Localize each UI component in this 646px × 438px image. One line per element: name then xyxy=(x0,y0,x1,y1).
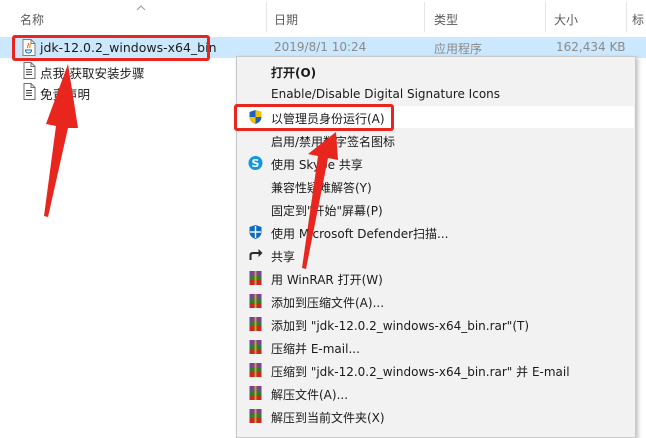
menu-item-label: 解压到当前文件夹(X) xyxy=(271,411,385,425)
menu-item-add-to-rar[interactable]: 添加到 "jdk-12.0.2_windows-x64_bin.rar"(T) xyxy=(238,313,634,335)
menu-item-label: 使用 Skype 共享 xyxy=(271,158,363,172)
winrar-icon xyxy=(249,363,262,377)
file-size: 162,434 KB xyxy=(556,40,626,54)
menu-item-compress-to-rar-email[interactable]: 压缩到 "jdk-12.0.2_windows-x64_bin.rar" 并 E… xyxy=(238,359,634,381)
menu-item-toggle-signature-icons-en[interactable]: Enable/Disable Digital Signature Icons xyxy=(238,83,634,105)
file-type: 应用程序 xyxy=(434,42,483,56)
menu-item-label: 添加到压缩文件(A)... xyxy=(271,296,385,310)
defender-icon xyxy=(249,225,262,239)
menu-item-label: 固定到"开始"屏幕(P) xyxy=(271,204,383,218)
menu-item-compress-email[interactable]: 压缩并 E-mail... xyxy=(238,336,634,358)
column-divider[interactable] xyxy=(424,2,425,32)
file-date: 2019/8/1 10:24 xyxy=(274,40,367,54)
menu-item-toggle-signature-icons[interactable]: 启用/禁用数字签名图标 xyxy=(238,129,634,151)
highlight-box-file xyxy=(12,35,210,61)
text-file-icon xyxy=(23,62,36,79)
column-divider[interactable] xyxy=(626,2,627,32)
winrar-icon xyxy=(249,271,262,285)
menu-item-extract-here[interactable]: 解压到当前文件夹(X) xyxy=(238,405,634,427)
column-divider[interactable] xyxy=(266,2,267,32)
text-file-icon xyxy=(23,83,36,100)
column-divider[interactable] xyxy=(545,2,546,32)
winrar-icon xyxy=(249,317,262,331)
menu-item-label: 使用 Microsoft Defender扫描... xyxy=(271,227,449,241)
menu-item-label: 添加到 "jdk-12.0.2_windows-x64_bin.rar"(T) xyxy=(271,319,530,333)
menu-item-label: 启用/禁用数字签名图标 xyxy=(271,135,396,149)
menu-item-add-to-archive[interactable]: 添加到压缩文件(A)... xyxy=(238,290,634,312)
menu-item-defender-scan[interactable]: 使用 Microsoft Defender扫描... xyxy=(238,221,634,243)
column-size[interactable]: 大小 xyxy=(554,12,578,28)
menu-item-open[interactable]: 打开(O) xyxy=(238,60,634,82)
skype-icon: S xyxy=(248,156,263,170)
menu-item-share[interactable]: 共享 xyxy=(238,244,634,266)
menu-item-label: 打开(O) xyxy=(271,66,317,80)
menu-item-label: 压缩并 E-mail... xyxy=(271,342,360,356)
menu-item-label: 用 WinRAR 打开(W) xyxy=(271,273,383,287)
menu-item-label: 解压文件(A)... xyxy=(271,388,349,402)
winrar-icon xyxy=(249,340,262,354)
menu-item-extract-files[interactable]: 解压文件(A)... xyxy=(238,382,634,404)
column-type[interactable]: 类型 xyxy=(434,12,458,28)
sort-ascending-icon[interactable] xyxy=(136,4,146,12)
menu-item-label: 压缩到 "jdk-12.0.2_windows-x64_bin.rar" 并 E… xyxy=(271,365,570,379)
highlight-box-run-as-admin xyxy=(234,104,394,131)
menu-item-label: 兼容性疑难解答(Y) xyxy=(271,181,372,195)
file-name: 点我-获取安装步骤 xyxy=(40,66,145,81)
menu-item-pin-start[interactable]: 固定到"开始"屏幕(P) xyxy=(238,198,634,220)
svg-text:S: S xyxy=(252,157,260,170)
winrar-icon xyxy=(249,294,262,308)
column-date[interactable]: 日期 xyxy=(274,12,298,28)
column-tag[interactable]: 标 xyxy=(632,12,644,28)
winrar-icon xyxy=(249,386,262,400)
menu-item-share-skype[interactable]: S 使用 Skype 共享 xyxy=(238,152,634,174)
menu-item-label: Enable/Disable Digital Signature Icons xyxy=(271,87,501,101)
share-icon xyxy=(249,249,263,260)
menu-item-compatibility[interactable]: 兼容性疑难解答(Y) xyxy=(238,175,634,197)
menu-item-label: 共享 xyxy=(271,250,296,264)
file-name: 免责声明 xyxy=(40,87,91,102)
column-header: 名称 日期 类型 大小 标 xyxy=(0,0,646,34)
menu-item-winrar-open[interactable]: 用 WinRAR 打开(W) xyxy=(238,267,634,289)
winrar-icon xyxy=(249,409,262,423)
column-name[interactable]: 名称 xyxy=(20,12,44,28)
